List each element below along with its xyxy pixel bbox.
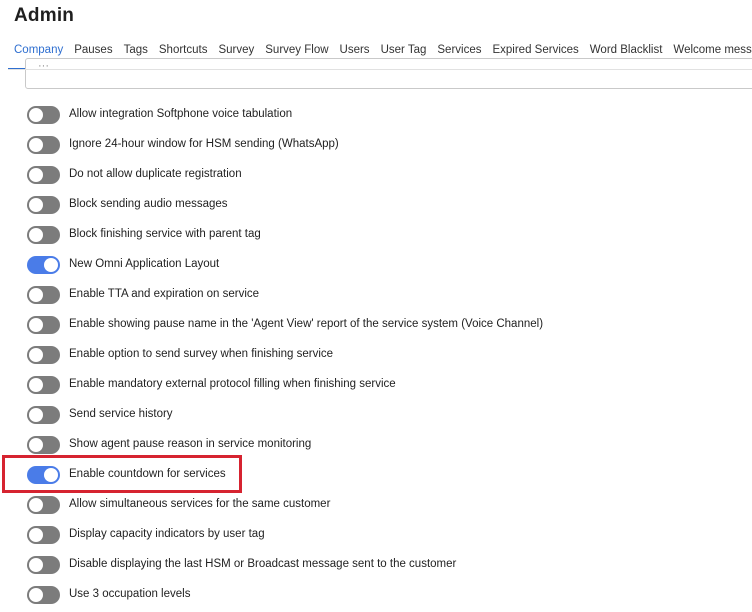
setting-label: Use 3 occupation levels (69, 588, 191, 600)
toggle-knob (29, 438, 43, 452)
setting-row: Use 3 occupation levels (0, 580, 752, 610)
setting-toggle[interactable] (27, 496, 60, 514)
setting-toggle[interactable] (27, 226, 60, 244)
setting-row: Display capacity indicators by user tag (0, 520, 752, 550)
setting-toggle[interactable] (27, 256, 60, 274)
setting-label: New Omni Application Layout (69, 258, 220, 270)
setting-row: Enable showing pause name in the 'Agent … (0, 310, 752, 340)
toggle-knob (29, 378, 43, 392)
setting-toggle[interactable] (27, 556, 60, 574)
setting-toggle[interactable] (27, 166, 60, 184)
toggle-knob (29, 168, 43, 182)
setting-toggle[interactable] (27, 586, 60, 604)
toggle-knob (29, 228, 43, 242)
settings-list: Allow integration Softphone voice tabula… (0, 100, 752, 610)
toggle-knob (44, 468, 58, 482)
setting-toggle[interactable] (27, 406, 60, 424)
setting-row: Block sending audio messages (0, 190, 752, 220)
toggle-knob (29, 288, 43, 302)
setting-label: Ignore 24-hour window for HSM sending (W… (69, 138, 339, 150)
setting-label: Show agent pause reason in service monit… (69, 438, 312, 450)
setting-label: Enable TTA and expiration on service (69, 288, 260, 300)
setting-row: Enable option to send survey when finish… (0, 340, 752, 370)
setting-label: Do not allow duplicate registration (69, 168, 242, 180)
toggle-knob (29, 558, 43, 572)
setting-toggle[interactable] (27, 286, 60, 304)
toggle-knob (44, 258, 58, 272)
partial-input-field[interactable]: ··· (25, 58, 752, 89)
setting-row: Block finishing service with parent tag (0, 220, 752, 250)
setting-row: Enable mandatory external protocol filli… (0, 370, 752, 400)
setting-label: Enable mandatory external protocol filli… (69, 378, 396, 390)
setting-row: Allow integration Softphone voice tabula… (0, 100, 752, 130)
setting-toggle[interactable] (27, 526, 60, 544)
toggle-knob (29, 528, 43, 542)
setting-row: Do not allow duplicate registration (0, 160, 752, 190)
toggle-knob (29, 108, 43, 122)
setting-label: Allow simultaneous services for the same… (69, 498, 331, 510)
toggle-knob (29, 318, 43, 332)
setting-label: Display capacity indicators by user tag (69, 528, 265, 540)
setting-toggle[interactable] (27, 316, 60, 334)
toggle-knob (29, 408, 43, 422)
admin-page: Admin Company Pauses Tags Shortcuts Surv… (0, 0, 752, 612)
setting-row: Show agent pause reason in service monit… (0, 430, 752, 460)
setting-label: Block sending audio messages (69, 198, 228, 210)
toggle-knob (29, 198, 43, 212)
toggle-knob (29, 138, 43, 152)
setting-label: Send service history (69, 408, 173, 420)
toggle-knob (29, 588, 43, 602)
setting-toggle[interactable] (27, 346, 60, 364)
setting-label: Enable showing pause name in the 'Agent … (69, 318, 544, 330)
setting-toggle[interactable] (27, 466, 60, 484)
setting-label: Enable countdown for services (69, 468, 226, 480)
toggle-knob (29, 348, 43, 362)
setting-label: Block finishing service with parent tag (69, 228, 261, 240)
setting-label: Disable displaying the last HSM or Broad… (69, 558, 457, 570)
setting-toggle[interactable] (27, 196, 60, 214)
setting-toggle[interactable] (27, 106, 60, 124)
setting-toggle[interactable] (27, 376, 60, 394)
setting-label: Allow integration Softphone voice tabula… (69, 108, 293, 120)
partial-input-value: ··· (38, 60, 49, 72)
tab-divider (8, 69, 752, 70)
toggle-knob (29, 498, 43, 512)
setting-row: Enable TTA and expiration on service (0, 280, 752, 310)
page-title: Admin (14, 5, 75, 26)
setting-row: Ignore 24-hour window for HSM sending (W… (0, 130, 752, 160)
setting-row: New Omni Application Layout (0, 250, 752, 280)
setting-toggle[interactable] (27, 136, 60, 154)
setting-label: Enable option to send survey when finish… (69, 348, 334, 360)
setting-row: Disable displaying the last HSM or Broad… (0, 550, 752, 580)
setting-row: Enable countdown for services (0, 460, 752, 490)
setting-row: Send service history (0, 400, 752, 430)
setting-row: Allow simultaneous services for the same… (0, 490, 752, 520)
setting-toggle[interactable] (27, 436, 60, 454)
